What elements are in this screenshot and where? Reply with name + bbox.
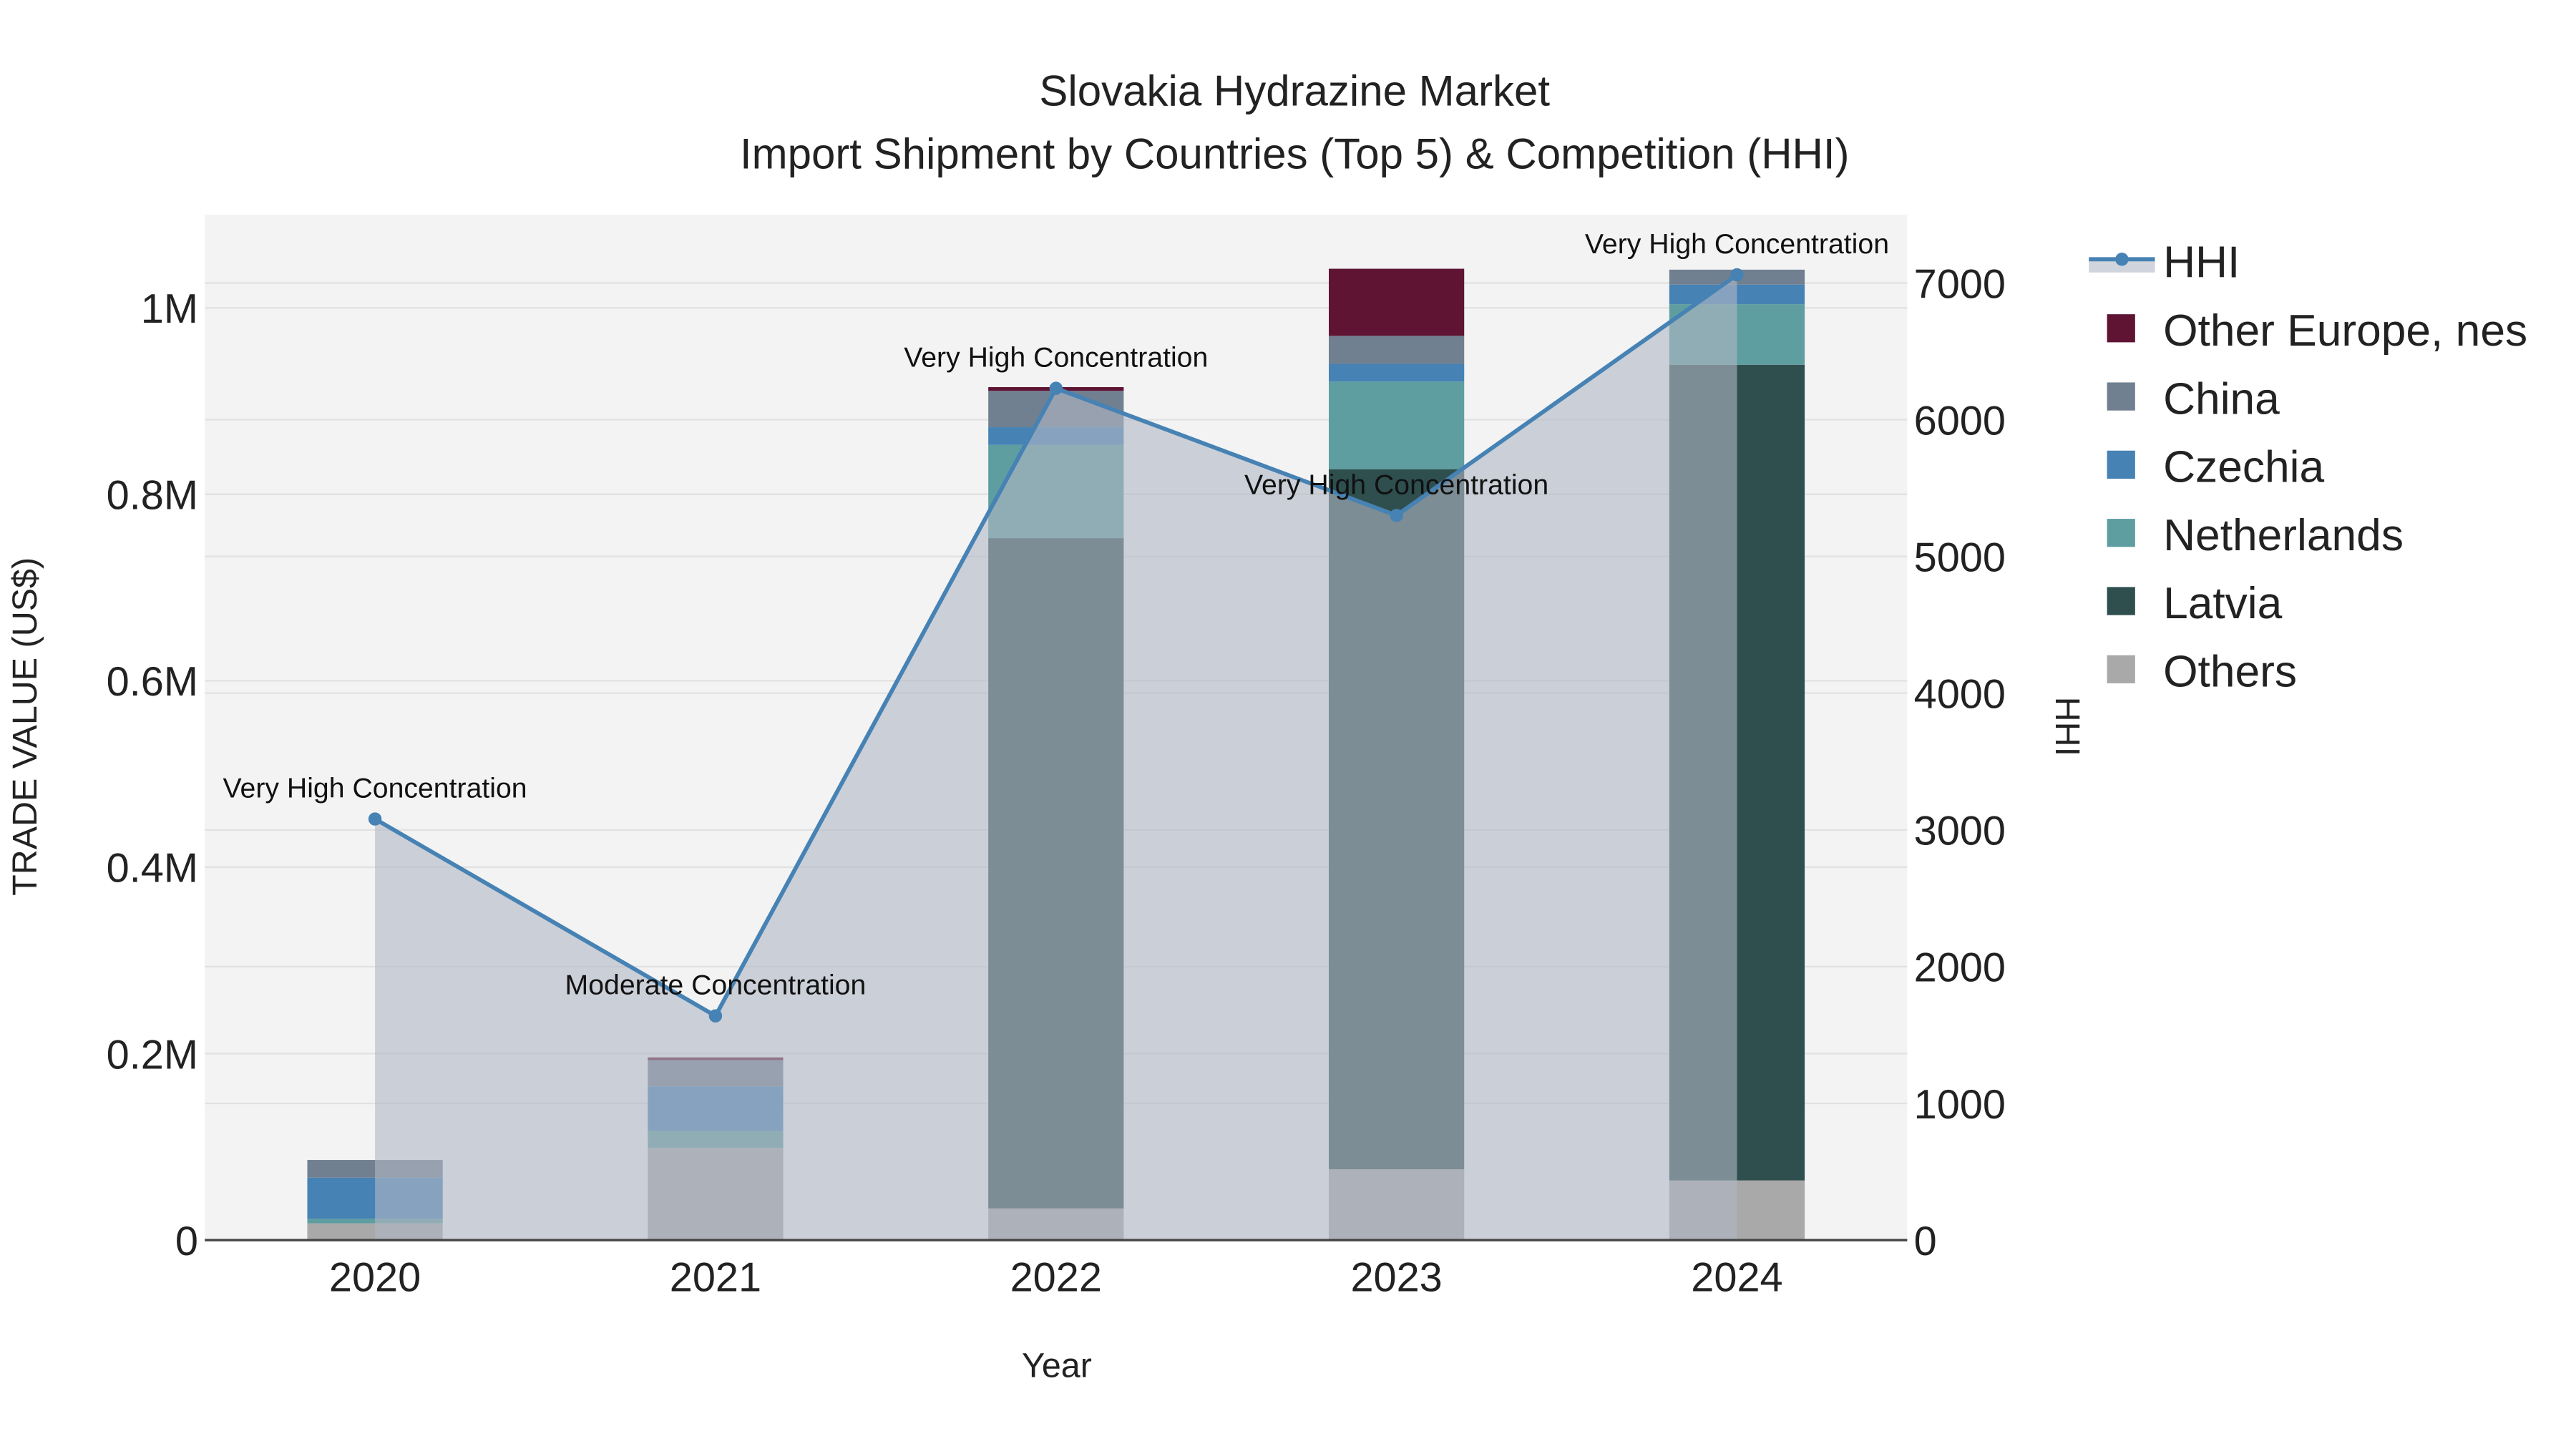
y2-tick-label: 7000	[1914, 261, 2006, 307]
chart-subtitle: Import Shipment by Countries (Top 5) & C…	[740, 130, 1850, 177]
y-tick-label: 0.4M	[107, 846, 198, 892]
chart: Very High Concentration Moderate Concentr…	[0, 0, 2576, 1449]
y-tick-label: 0	[175, 1219, 198, 1264]
y2-tick-label: 1000	[1914, 1082, 2006, 1128]
bar-china[interactable]	[1329, 336, 1465, 364]
legend-label: Netherlands	[2163, 511, 2404, 560]
legend-marker	[2115, 253, 2129, 266]
legend-swatch	[2107, 314, 2135, 343]
hhi-point[interactable]	[368, 812, 382, 826]
hhi-annotation: Very High Concentration	[1585, 228, 1889, 260]
hhi-point[interactable]	[1730, 268, 1744, 282]
legend-label: Latvia	[2163, 579, 2283, 628]
hhi-annotation: Very High Concentration	[1244, 469, 1548, 500]
legend-label: HHI	[2163, 238, 2240, 288]
legend-item[interactable]: Other Europe, nes	[2107, 306, 2528, 356]
hhi-point[interactable]	[708, 1009, 723, 1023]
chart-title: Slovakia Hydrazine Market	[1039, 67, 1550, 115]
hhi-annotation: Moderate Concentration	[565, 970, 867, 1001]
y2-tick-label: 5000	[1914, 535, 2006, 580]
bar-czechia[interactable]	[1329, 364, 1465, 382]
x-tick-label: 2024	[1691, 1255, 1782, 1301]
y2-tick-label: 3000	[1914, 809, 2006, 854]
legend-label: Other Europe, nes	[2163, 306, 2527, 356]
y2-tick-label: 6000	[1914, 398, 2006, 444]
x-tick-label: 2023	[1350, 1255, 1442, 1301]
legend-swatch	[2107, 587, 2135, 615]
hhi-point[interactable]	[1049, 381, 1063, 395]
legend-label: Others	[2163, 648, 2297, 697]
x-tick-label: 2021	[670, 1255, 761, 1301]
x-axis-title: Year	[1022, 1347, 1092, 1385]
legend-swatch	[2107, 382, 2135, 411]
y2-axis-title: HHI	[2048, 697, 2087, 756]
bar-netherlands[interactable]	[1329, 381, 1465, 469]
bar-other-europe-nes[interactable]	[1329, 268, 1465, 336]
x-tick-label: 2022	[1010, 1255, 1102, 1301]
y2-tick-label: 2000	[1914, 945, 2006, 991]
y-axis-title: TRADE VALUE (US$)	[6, 557, 44, 896]
y-tick-label: 0.2M	[107, 1032, 198, 1078]
legend-label: China	[2163, 374, 2280, 424]
y2-tick-label: 0	[1914, 1219, 1937, 1264]
legend-swatch	[2107, 655, 2135, 683]
hhi-annotation: Very High Concentration	[223, 773, 527, 804]
hhi-annotation: Very High Concentration	[904, 342, 1208, 374]
y2-tick-label: 4000	[1914, 672, 2006, 718]
legend-swatch	[2107, 519, 2135, 547]
legend-label: Czechia	[2163, 443, 2324, 492]
hhi-point[interactable]	[1390, 509, 1403, 522]
y-tick-label: 0.8M	[107, 473, 198, 519]
x-tick-label: 2020	[329, 1255, 421, 1301]
y-tick-label: 1M	[141, 286, 198, 332]
legend-swatch	[2107, 450, 2135, 479]
y-tick-label: 0.6M	[107, 659, 198, 705]
